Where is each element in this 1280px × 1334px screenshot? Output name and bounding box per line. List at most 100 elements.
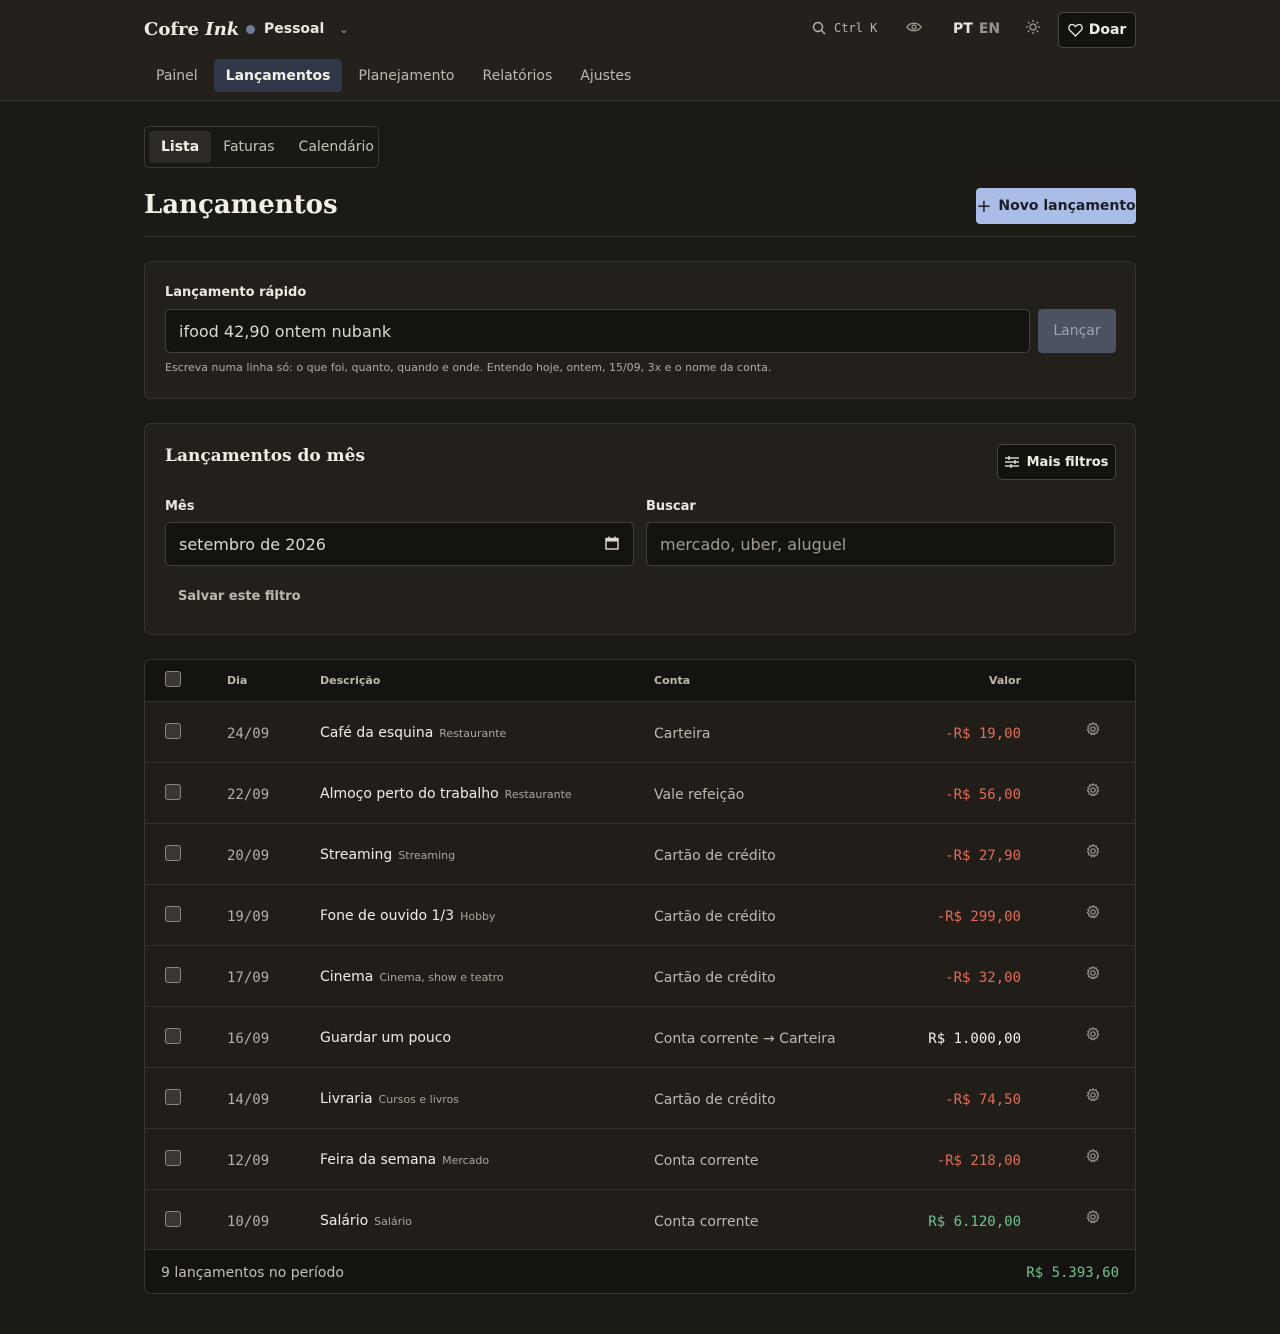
row-account: Conta corrente → Carteira	[654, 1031, 836, 1047]
row-value: R$ 6.120,00	[928, 1214, 1021, 1230]
row-checkbox[interactable]	[165, 1028, 181, 1044]
more-filters-button[interactable]: Mais filtros	[997, 444, 1116, 480]
row-account: Cartão de crédito	[654, 909, 776, 925]
row-day: 16/09	[227, 1031, 270, 1047]
header-day[interactable]: Dia	[227, 674, 247, 687]
row-description-text: Streaming	[320, 847, 393, 863]
tab-lista[interactable]: Lista	[149, 131, 212, 163]
month-card-title: Lançamentos do mês	[165, 446, 366, 466]
row-account: Vale refeição	[654, 787, 745, 803]
gear-icon[interactable]	[1086, 965, 1100, 984]
sliders-icon	[1004, 456, 1019, 468]
more-filters-label: Mais filtros	[1026, 454, 1109, 470]
donate-button[interactable]: Doar	[1058, 12, 1136, 48]
plus-icon: +	[976, 195, 992, 217]
quick-entry-card: Lançamento rápido ifood 42,90 ontem nuba…	[144, 261, 1136, 399]
gear-icon[interactable]	[1086, 721, 1100, 740]
top-bar: Cofre Ink Pessoal ⌄ Ctrl K PT EN Doar Pai…	[0, 0, 1280, 101]
nav-painel[interactable]: Painel	[144, 59, 210, 92]
month-input[interactable]: setembro de 2026	[165, 522, 634, 566]
gear-icon[interactable]	[1086, 904, 1100, 923]
row-checkbox[interactable]	[165, 1211, 181, 1227]
view-tabs: Lista Faturas Calendário	[144, 126, 379, 168]
table-row[interactable]: 24/09 Café da esquina Restaurante Carteira -…	[145, 701, 1135, 762]
row-checkbox[interactable]	[165, 1089, 181, 1105]
row-checkbox[interactable]	[165, 784, 181, 800]
search-icon	[812, 21, 826, 35]
nav-ajustes[interactable]: Ajustes	[568, 59, 643, 92]
title-divider	[144, 236, 1136, 237]
tab-calendario[interactable]: Calendário	[287, 131, 386, 163]
launch-button[interactable]: Lançar	[1038, 309, 1116, 353]
nav-planejamento[interactable]: Planejamento	[346, 59, 466, 92]
row-account: Conta corrente	[654, 1153, 759, 1169]
table-row[interactable]: 17/09 Cinema Cinema, show e teatro Cartão d…	[145, 945, 1135, 1006]
row-value: -R$ 27,90	[945, 848, 1021, 864]
workspace-label: Pessoal	[264, 21, 325, 37]
row-description: Almoço perto do trabalho Restaurante	[320, 786, 572, 802]
row-description: Fone de ouvido 1/3 Hobby	[320, 908, 496, 924]
month-filter-card: Lançamentos do mês Mais filtros Mês sete…	[144, 423, 1136, 635]
row-checkbox[interactable]	[165, 723, 181, 739]
header-description[interactable]: Descrição	[320, 674, 380, 687]
gear-icon[interactable]	[1086, 1026, 1100, 1045]
nav-relatorios[interactable]: Relatórios	[471, 59, 565, 92]
language-switcher[interactable]: PT EN	[953, 21, 1000, 37]
row-day: 12/09	[227, 1153, 270, 1169]
table-row[interactable]: 19/09 Fone de ouvido 1/3 Hobby Cartão de cr…	[145, 884, 1135, 945]
nav-lancamentos[interactable]: Lançamentos	[213, 59, 343, 92]
table-row[interactable]: 10/09 Salário Salário Conta corrente R$ 6.12…	[145, 1189, 1135, 1250]
command-search-button[interactable]: Ctrl K	[812, 21, 877, 35]
month-label: Mês	[165, 499, 195, 514]
header-account[interactable]: Conta	[654, 674, 690, 687]
table-footer: 9 lançamentos no período R$ 5.393,60	[145, 1249, 1135, 1293]
row-description: Livraria Cursos e livros	[320, 1091, 459, 1107]
row-checkbox[interactable]	[165, 906, 181, 922]
eye-icon	[906, 22, 922, 32]
table-row[interactable]: 20/09 Streaming Streaming Cartão de crédito…	[145, 823, 1135, 884]
transactions-table: Dia Descrição Conta Valor 24/09 Café da e…	[144, 659, 1136, 1294]
select-all-checkbox[interactable]	[165, 671, 181, 687]
row-account: Carteira	[654, 726, 711, 742]
gear-icon[interactable]	[1086, 1209, 1100, 1228]
row-value: -R$ 32,00	[945, 970, 1021, 986]
row-value: -R$ 74,50	[945, 1092, 1021, 1108]
table-row[interactable]: 12/09 Feira da semana Mercado Conta corrent…	[145, 1128, 1135, 1189]
row-description-text: Almoço perto do trabalho	[320, 786, 499, 802]
row-account: Cartão de crédito	[654, 1092, 776, 1108]
row-description-text: Fone de ouvido 1/3	[320, 908, 455, 924]
gear-icon[interactable]	[1086, 1087, 1100, 1106]
row-checkbox[interactable]	[165, 967, 181, 983]
table-row[interactable]: 14/09 Livraria Cursos e livros Cartão de cr…	[145, 1067, 1135, 1128]
table-row[interactable]: 22/09 Almoço perto do trabalho Restaurante…	[145, 762, 1135, 823]
gear-icon[interactable]	[1086, 843, 1100, 862]
row-day: 17/09	[227, 970, 270, 986]
gear-icon[interactable]	[1086, 782, 1100, 801]
row-category: Restaurante	[439, 727, 507, 740]
lang-pt[interactable]: PT	[953, 21, 973, 37]
row-description: Guardar um pouco	[320, 1030, 451, 1046]
gear-icon[interactable]	[1086, 1148, 1100, 1167]
header-value[interactable]: Valor	[989, 674, 1021, 687]
theme-toggle[interactable]	[1025, 19, 1041, 39]
row-checkbox[interactable]	[165, 845, 181, 861]
calendar-icon[interactable]	[605, 536, 619, 554]
quick-entry-input[interactable]: ifood 42,90 ontem nubank	[165, 309, 1030, 353]
new-transaction-button[interactable]: + Novo lançamento	[976, 188, 1136, 224]
row-description-text: Cinema	[320, 969, 374, 985]
privacy-toggle[interactable]	[906, 20, 922, 38]
tab-faturas[interactable]: Faturas	[211, 131, 286, 163]
lang-en[interactable]: EN	[979, 21, 1000, 37]
search-label: Buscar	[646, 499, 696, 514]
workspace-switcher[interactable]: Pessoal ⌄	[246, 21, 349, 37]
row-account: Cartão de crédito	[654, 848, 776, 864]
table-row[interactable]: 16/09 Guardar um pouco Conta corrente → Ca…	[145, 1006, 1135, 1067]
heart-icon	[1067, 23, 1083, 37]
brand-logo[interactable]: Cofre Ink	[144, 19, 239, 40]
row-checkbox[interactable]	[165, 1150, 181, 1166]
row-description: Cinema Cinema, show e teatro	[320, 969, 504, 985]
save-filter-button[interactable]: Salvar este filtro	[178, 589, 301, 604]
row-description-text: Livraria	[320, 1091, 373, 1107]
search-input[interactable]: mercado, uber, aluguel	[646, 522, 1115, 566]
row-value: R$ 1.000,00	[928, 1031, 1021, 1047]
